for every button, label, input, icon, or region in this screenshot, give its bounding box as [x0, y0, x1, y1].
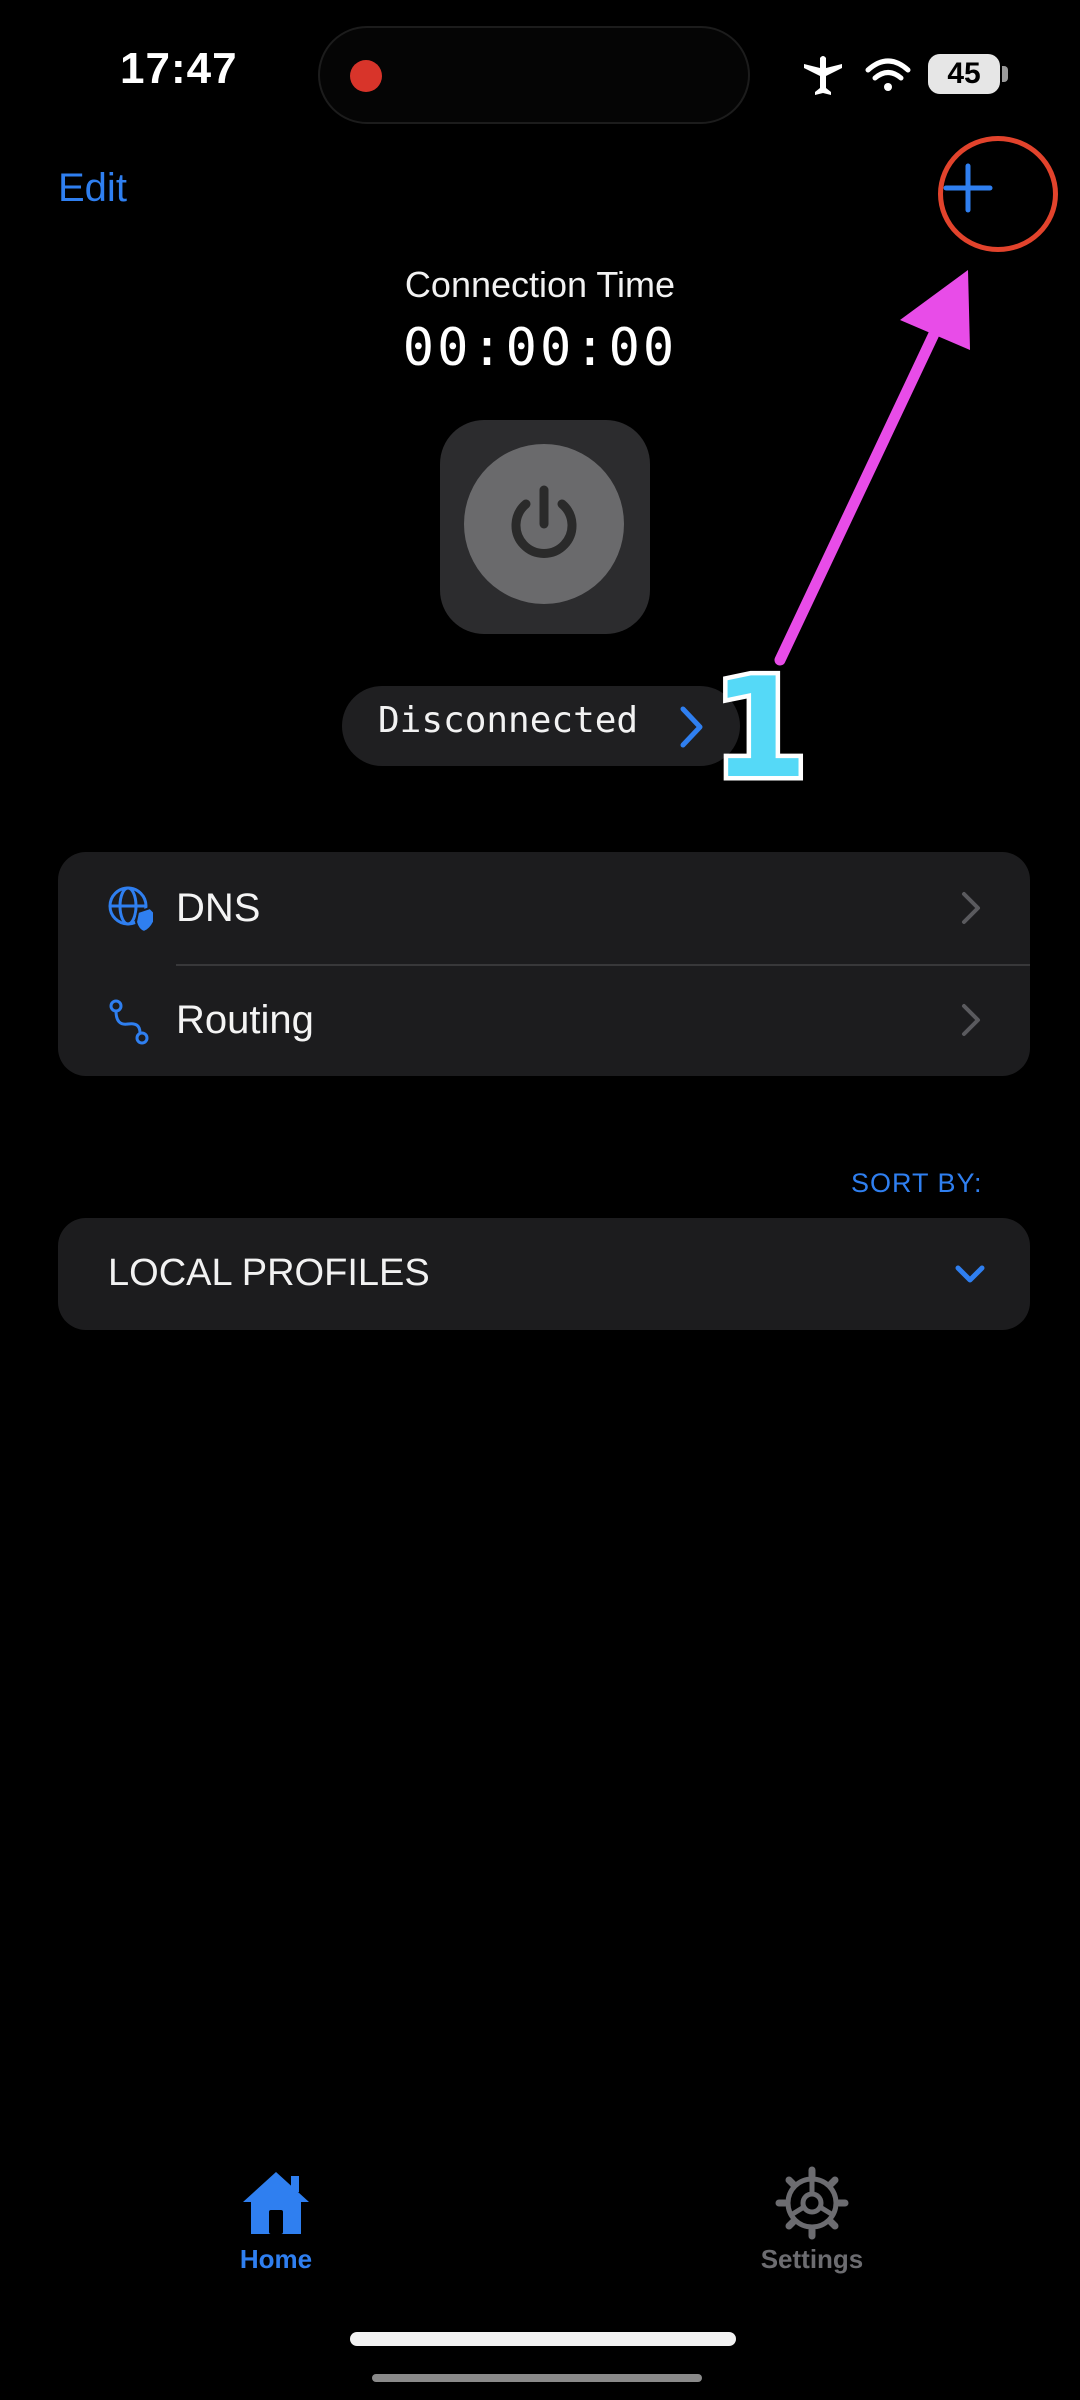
local-profiles-section[interactable]: LOCAL PROFILES — [58, 1218, 1030, 1330]
edit-button[interactable]: Edit — [58, 166, 127, 211]
house-icon — [243, 2172, 309, 2234]
recording-indicator-icon — [350, 60, 382, 92]
wifi-icon — [865, 58, 911, 91]
airplane-icon — [804, 56, 842, 95]
tab-settings[interactable]: Settings — [712, 2166, 912, 2275]
home-indicator — [350, 2332, 736, 2346]
dynamic-island — [318, 26, 750, 124]
route-icon — [109, 999, 149, 1045]
battery-icon: 45 — [928, 54, 1000, 94]
tab-settings-label: Settings — [760, 2244, 864, 2274]
routing-label: Routing — [176, 998, 314, 1042]
chevron-right-icon — [962, 892, 980, 924]
power-icon — [511, 485, 577, 558]
sort-by-button[interactable]: SORT BY: — [851, 1168, 983, 1199]
highlight-circle — [938, 136, 1058, 252]
globe-shield-icon — [108, 886, 155, 934]
gear-icon — [775, 2166, 849, 2240]
chevron-right-icon — [680, 706, 703, 748]
dns-label: DNS — [176, 886, 261, 930]
annotation-step-number: 1 — [707, 644, 812, 814]
status-time: 17:47 — [120, 44, 238, 93]
annotation-arrow — [774, 270, 970, 666]
chevron-down-icon — [955, 1265, 985, 1283]
routing-row[interactable]: Routing — [58, 964, 1030, 1076]
connection-status-text: Disconnected — [378, 700, 639, 741]
tab-home-label: Home — [239, 2244, 313, 2274]
chevron-right-icon — [962, 1004, 980, 1036]
dns-row[interactable]: DNS — [58, 852, 1030, 964]
tab-home[interactable]: Home — [176, 2166, 376, 2275]
row-divider — [176, 964, 1030, 966]
local-profiles-label: LOCAL PROFILES — [108, 1252, 430, 1294]
home-indicator-secondary — [372, 2374, 702, 2382]
